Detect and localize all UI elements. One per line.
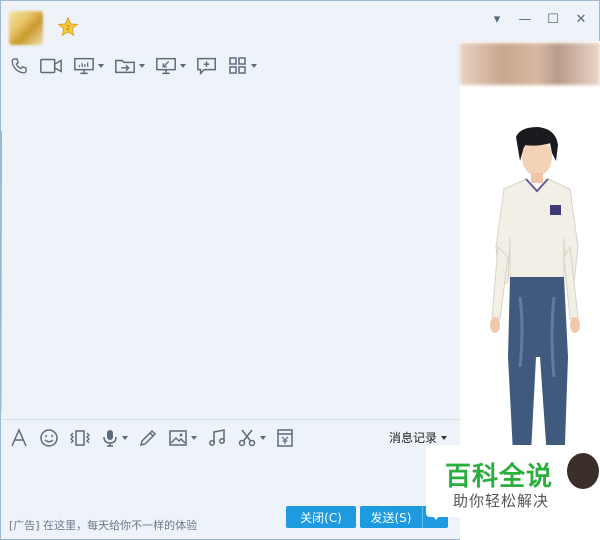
apps-grid-icon [229,57,246,74]
screen-share-icon [74,57,94,75]
chevron-down-icon[interactable] [191,436,197,440]
voice-call-button[interactable] [9,54,29,78]
chevron-down-icon[interactable] [180,64,186,68]
emoji-button[interactable] [39,426,59,450]
red-envelope-icon [277,429,293,447]
profile-banner[interactable] [460,43,600,85]
chevron-down-icon [441,435,448,440]
message-history-label: 消息记录 [389,431,438,445]
red-envelope-button[interactable] [276,426,294,450]
minimize-button[interactable]: — [513,9,537,29]
music-button[interactable] [207,426,227,450]
font-button[interactable] [9,426,29,450]
file-transfer-icon [115,59,135,74]
close-button[interactable]: 关闭(C) [286,506,356,528]
emoji-icon [40,429,58,447]
chat-window: 2 ▾ — ☐ ✕ 消息记录 [广告] 在这里，每天给你不一样的体验 关闭(C)… [0,0,600,540]
watermark-title: 百科全说 [445,462,554,492]
dropdown-menu-button[interactable]: ▾ [485,9,509,29]
chevron-down-icon[interactable] [98,64,104,68]
apps-button[interactable] [228,54,257,78]
music-icon [209,429,225,446]
contact-avatar[interactable] [9,11,43,45]
maximize-button[interactable]: ☐ [541,9,565,29]
chevron-down-icon[interactable] [122,436,128,440]
video-call-button[interactable] [39,54,63,78]
chevron-down-icon[interactable] [251,64,257,68]
message-input[interactable] [2,455,460,499]
watermark-avatar [567,453,599,489]
ad-text[interactable]: [广告] 在这里，每天给你不一样的体验 [9,517,197,533]
handwriting-button[interactable] [138,426,158,450]
remote-desktop-button[interactable] [155,54,186,78]
avatar-show-figure[interactable] [480,127,590,487]
screenshot-button[interactable] [237,426,266,450]
input-divider[interactable] [2,419,460,420]
send-image-button[interactable] [168,426,197,450]
window-controls: ▾ — ☐ ✕ [485,9,593,29]
microphone-icon [103,430,117,447]
chevron-down-icon[interactable] [139,64,145,68]
message-history-area[interactable] [2,87,460,419]
vip-star-icon[interactable]: 2 [57,16,79,38]
voice-message-button[interactable] [101,426,128,450]
font-icon [11,428,27,447]
top-toolbar [9,53,267,79]
message-history-button[interactable]: 消息记录 [389,429,448,446]
input-toolbar [9,425,304,451]
screen-share-button[interactable] [73,54,104,78]
chevron-down-icon[interactable] [260,436,266,440]
send-button[interactable]: 发送(S) [360,506,422,528]
add-chat-icon [197,57,216,76]
svg-text:2: 2 [66,24,70,32]
image-icon [169,430,187,446]
file-transfer-button[interactable] [114,54,145,78]
watermark-subtitle: 助你轻松解决 [453,492,550,510]
phone-icon [11,58,27,74]
video-icon [40,58,62,74]
close-window-button[interactable]: ✕ [569,9,593,29]
scissors-icon [238,429,256,447]
vibrate-icon [70,430,90,446]
remote-desktop-icon [156,57,176,75]
vibrate-button[interactable] [69,426,91,450]
add-chat-button[interactable] [196,54,218,78]
pen-icon [139,429,157,447]
